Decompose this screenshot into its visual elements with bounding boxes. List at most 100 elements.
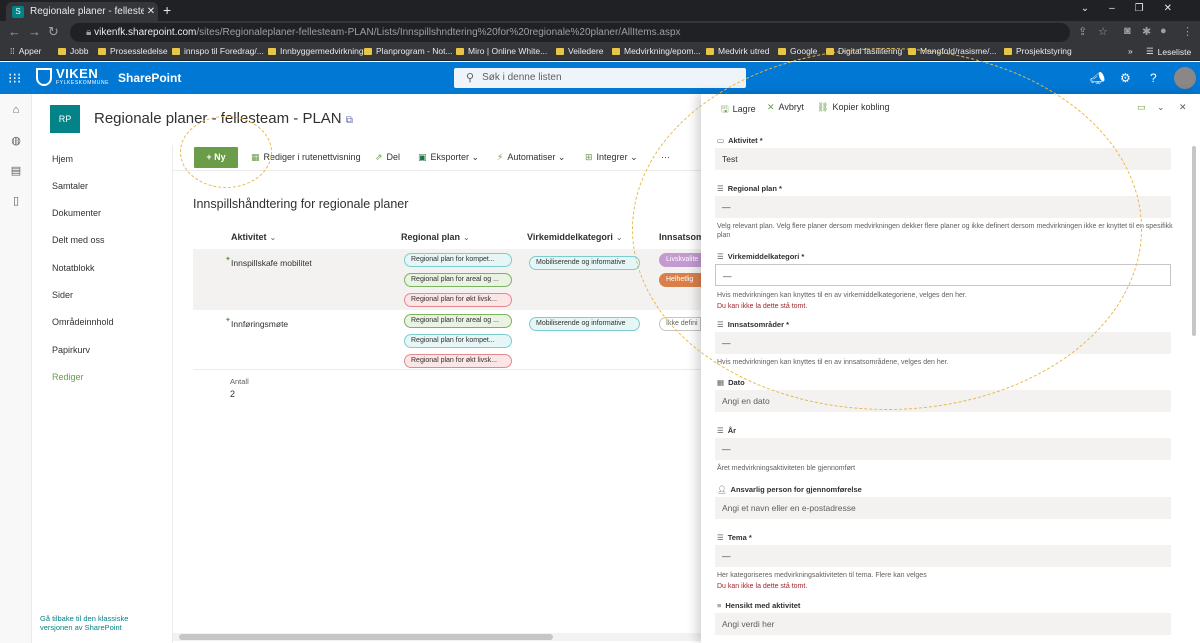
extensions-icon[interactable]: ✱	[1142, 25, 1151, 38]
choice-field-icon: ☰	[717, 533, 724, 542]
site-logo[interactable]: RP	[50, 105, 80, 133]
column-header-regional-plan[interactable]: Regional plan ⌄	[401, 232, 470, 242]
nav-item-samtaler[interactable]: Samtaler	[52, 181, 88, 191]
close-tab-icon[interactable]: ✕	[144, 6, 158, 17]
aar-help: Året medvirkningsaktiviteten ble gjennom…	[717, 465, 856, 472]
hensikt-input[interactable]: Angi verdi her	[715, 613, 1171, 635]
new-item-sparkle-icon: ✦	[225, 317, 231, 324]
column-header-virkemiddelkategori[interactable]: Virkemiddelkategori ⌄	[527, 232, 623, 242]
bookmark-item[interactable]: innspo til Foredrag/...	[172, 46, 264, 56]
item-count-label: Antall	[230, 377, 249, 386]
row-activity[interactable]: Innføringsmøte	[231, 319, 288, 329]
aar-select[interactable]: —	[715, 438, 1171, 460]
item-count-value: 2	[230, 389, 236, 399]
viken-logo[interactable]: VIKEN FYLKESKOMMUNE	[36, 67, 110, 86]
close-panel-icon[interactable]: ✕	[1179, 102, 1187, 113]
chevron-down-icon[interactable]: ⌄	[1157, 102, 1165, 113]
address-bar[interactable]: 🔒︎ vikenfk.sharepoint.com/sites/Regional…	[70, 23, 1070, 42]
bookmark-star-icon[interactable]: ☆	[1098, 25, 1108, 38]
gear-icon[interactable]: ⚙	[1120, 71, 1131, 85]
export-button[interactable]: ▣ Eksporter ⌄	[418, 152, 479, 163]
table-row[interactable]: ✦ Innføringsmøte Regional plan for areal…	[193, 310, 701, 370]
scrollbar-thumb[interactable]	[179, 634, 553, 640]
window-controls[interactable]: ⌄–❐✕	[1081, 3, 1192, 14]
bookmark-item[interactable]: Innbyggermedvirkning	[268, 46, 364, 56]
teams-share-icon[interactable]: ▭	[1137, 102, 1146, 113]
share-page-icon[interactable]: ⇪	[1078, 25, 1087, 38]
horizontal-scrollbar[interactable]	[173, 633, 701, 641]
nav-item-dokumenter[interactable]: Dokumenter	[52, 208, 101, 218]
more-bookmarks-icon[interactable]: »	[1128, 46, 1133, 56]
nav-item-sider[interactable]: Sider	[52, 290, 73, 300]
forward-icon[interactable]: →	[28, 24, 41, 39]
browser-tab-strip: S Regionale planer - fellesteam - PLAN ✕…	[0, 0, 1200, 21]
share-button[interactable]: ⇗ Del	[375, 152, 400, 163]
globe-icon[interactable]: ◍	[9, 134, 23, 148]
camera-icon[interactable]: ◙	[1124, 25, 1131, 37]
classic-experience-link[interactable]: Gå tilbake til den klassiske versjonen a…	[40, 614, 160, 632]
news-icon[interactable]: ▤	[9, 164, 23, 178]
avatar[interactable]	[1174, 67, 1196, 89]
plan-tag: Regional plan for økt livsk...	[404, 354, 512, 368]
nav-item-rediger[interactable]: Rediger	[52, 372, 84, 382]
app-name[interactable]: SharePoint	[118, 71, 181, 85]
folder-icon	[612, 47, 620, 55]
search-icon: ⚲	[466, 72, 475, 84]
chevron-down-icon: ⌄	[557, 152, 566, 162]
folder-icon	[706, 47, 714, 55]
nav-item-hjem[interactable]: Hjem	[52, 154, 73, 164]
chevron-down-icon: ⌄	[463, 233, 470, 242]
folder-icon	[778, 47, 786, 55]
search-input[interactable]: ⚲ Søk i denne listen	[454, 68, 746, 88]
bookmark-apps[interactable]: ⁞⁞ Apper	[10, 46, 41, 56]
help-icon[interactable]: ?	[1150, 71, 1157, 85]
flow-icon: ⚡︎	[497, 152, 504, 162]
url-path: /sites/Regionaleplaner-fellesteam-PLAN/L…	[196, 27, 681, 38]
nav-item-delt-med-oss[interactable]: Delt med oss	[52, 235, 105, 245]
new-tab-button[interactable]: +	[163, 2, 171, 18]
panel-scrollbar[interactable]	[1191, 132, 1197, 640]
browser-menu-icon[interactable]: ⋮	[1182, 25, 1193, 38]
bookmark-item[interactable]: Miro | Online White...	[456, 46, 547, 56]
scrollbar-thumb[interactable]	[1192, 146, 1196, 336]
bookmark-item[interactable]: Google	[778, 46, 817, 56]
nav-item-papirkurv[interactable]: Papirkurv	[52, 345, 90, 355]
integrate-button[interactable]: ⊞ Integrer ⌄	[585, 152, 638, 163]
row-activity[interactable]: Innspillskafe mobilitet	[231, 258, 312, 268]
bookmark-item[interactable]: Prosessledelse	[98, 46, 168, 56]
ansvarlig-person-picker[interactable]: Angi et navn eller en e-postadresse	[715, 497, 1171, 519]
browser-tab[interactable]: S Regionale planer - fellesteam - PLAN ✕	[6, 2, 158, 21]
table-row[interactable]: ✦ Innspillskafe mobilitet Regional plan …	[193, 249, 701, 310]
field-label-aar: ☰ År	[717, 426, 737, 435]
bookmark-item[interactable]: Jobb	[58, 46, 88, 56]
browser-tab-title: Regionale planer - fellesteam - PLAN	[30, 6, 144, 17]
folder-icon	[98, 47, 106, 55]
bookmark-item[interactable]: Veiledere	[556, 46, 603, 56]
field-label-ansvarlig: 👤︎ Ansvarlig person for gjennomførelse	[717, 485, 862, 494]
tema-select[interactable]: —	[715, 545, 1171, 567]
brand-subtitle: FYLKESKOMMUNE	[56, 80, 110, 86]
viken-shield-icon	[36, 68, 52, 86]
field-label-hensikt: ≡ Hensikt med aktivitet	[717, 601, 801, 610]
plan-tag: Regional plan for kompet...	[404, 334, 512, 348]
teams-icon[interactable]: ⧉	[346, 115, 353, 126]
bookmark-item[interactable]: Planprogram - Not...	[364, 46, 453, 56]
column-header-aktivitet[interactable]: Aktivitet ⌄	[231, 232, 276, 242]
annotation-circle-new-button	[180, 116, 272, 188]
app-launcher-icon[interactable]: ⁝⁝⁝	[8, 70, 21, 87]
back-icon[interactable]: ←	[8, 24, 21, 39]
reload-icon[interactable]: ↻	[48, 24, 59, 40]
reading-list[interactable]: ☰ Leseliste	[1146, 46, 1191, 57]
profile-icon[interactable]: ●	[1160, 25, 1167, 37]
home-icon[interactable]: ⌂	[9, 104, 23, 118]
bookmark-item[interactable]: Prosjektstyring	[1004, 46, 1072, 56]
folder-icon	[268, 47, 276, 55]
bookmark-item[interactable]: Medvirkning/epom...	[612, 46, 701, 56]
nav-item-notatblokk[interactable]: Notatblokk	[52, 263, 95, 273]
bookmark-item[interactable]: Medvirk utred	[706, 46, 770, 56]
calendar-icon: ▦	[717, 378, 725, 387]
document-icon[interactable]: ▯	[9, 194, 23, 208]
automate-button[interactable]: ⚡︎ Automatiser ⌄	[497, 152, 565, 163]
megaphone-icon[interactable]: 📣︎	[1090, 71, 1105, 85]
nav-item-omradeinnhold[interactable]: Områdeinnhold	[52, 317, 114, 327]
